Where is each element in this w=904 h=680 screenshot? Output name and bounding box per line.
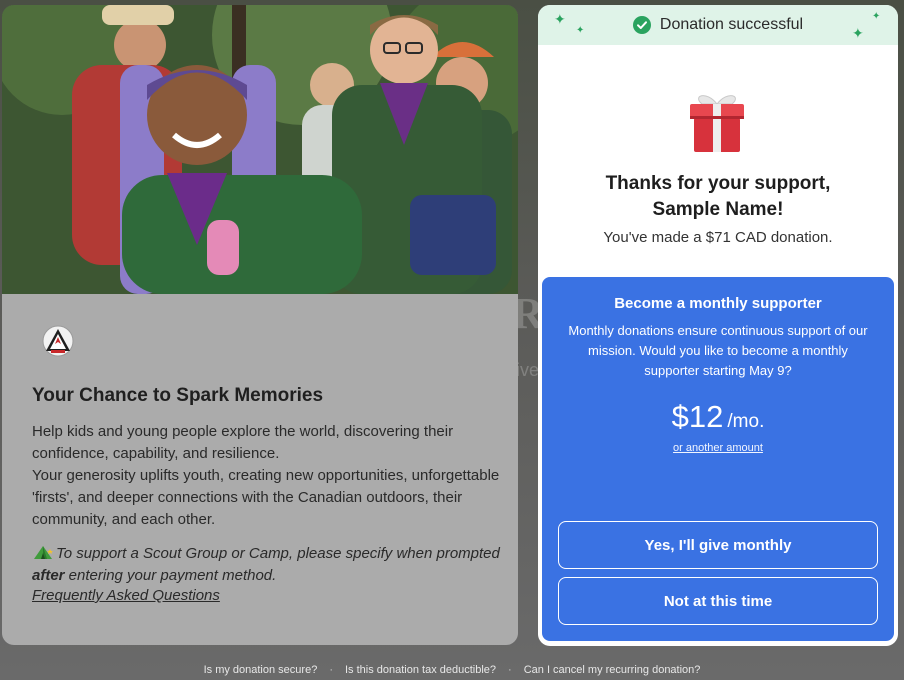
- campaign-title: Your Chance to Spark Memories: [32, 385, 324, 406]
- campaign-paragraph-1: Help kids and young people explore the w…: [32, 423, 454, 462]
- faq-secure-link[interactable]: Is my donation secure?: [204, 664, 318, 676]
- monthly-title: Become a monthly supporter: [614, 295, 822, 312]
- scouts-photo-illustration: [2, 5, 518, 294]
- faq-tax-link[interactable]: Is this donation tax deductible?: [345, 664, 496, 676]
- gift-icon: [690, 95, 744, 152]
- faq-cancel-link[interactable]: Can I cancel my recurring donation?: [524, 664, 701, 676]
- campaign-description: Help kids and young people explore the w…: [32, 421, 502, 531]
- thanks-heading: Thanks for your support, Sample Name!: [538, 171, 898, 223]
- sparkle-icon: ✦: [576, 25, 585, 36]
- success-banner-text: Donation successful: [659, 16, 804, 33]
- scout-group-note: To support a Scout Group or Camp, please…: [32, 543, 502, 587]
- faq-link[interactable]: Frequently Asked Questions: [32, 587, 220, 604]
- sparkle-icon: ✦: [554, 11, 566, 27]
- background-text-fragment: ive: [516, 360, 540, 380]
- check-circle-icon: [632, 16, 651, 34]
- donor-name: Sample Name!: [652, 199, 784, 220]
- tent-icon: [34, 546, 53, 559]
- scouts-canada-logo: [42, 325, 74, 357]
- donation-amount-text: You've made a $71 CAD donation.: [603, 229, 833, 246]
- note-emphasis: after: [32, 567, 65, 584]
- monthly-amount: $12/mo.: [542, 399, 894, 435]
- monthly-upsell-card: Become a monthly supporter Monthly donat…: [542, 277, 894, 641]
- not-now-button[interactable]: Not at this time: [558, 577, 878, 625]
- footer-separator: ·: [329, 664, 333, 676]
- hero-image: [2, 5, 518, 294]
- campaign-card: Your Chance to Spark Memories Help kids …: [2, 5, 518, 645]
- monthly-description: Monthly donations ensure continuous supp…: [568, 323, 868, 378]
- campaign-paragraph-2: Your generosity uplifts youth, creating …: [32, 467, 500, 528]
- sparkle-icon: ✦: [872, 11, 881, 22]
- monthly-amount-value: $12: [671, 399, 724, 434]
- sparkle-icon: ✦: [852, 25, 864, 41]
- note-text-start: To support a Scout Group or Camp, please…: [56, 545, 500, 562]
- footer-faq-links: Is my donation secure? · Is this donatio…: [0, 660, 904, 680]
- monthly-amount-period: /mo.: [727, 411, 765, 432]
- donation-success-panel: ✦ ✦ ✦ ✦ Donation successful Thanks for y…: [538, 5, 898, 646]
- other-amount-link[interactable]: or another amount: [542, 442, 894, 454]
- note-text-end: entering your payment method.: [64, 567, 277, 584]
- footer-separator: ·: [508, 664, 512, 676]
- yes-monthly-button[interactable]: Yes, I'll give monthly: [558, 521, 878, 569]
- success-banner: ✦ ✦ ✦ ✦ Donation successful: [538, 5, 898, 45]
- thanks-line-1: Thanks for your support,: [605, 173, 831, 194]
